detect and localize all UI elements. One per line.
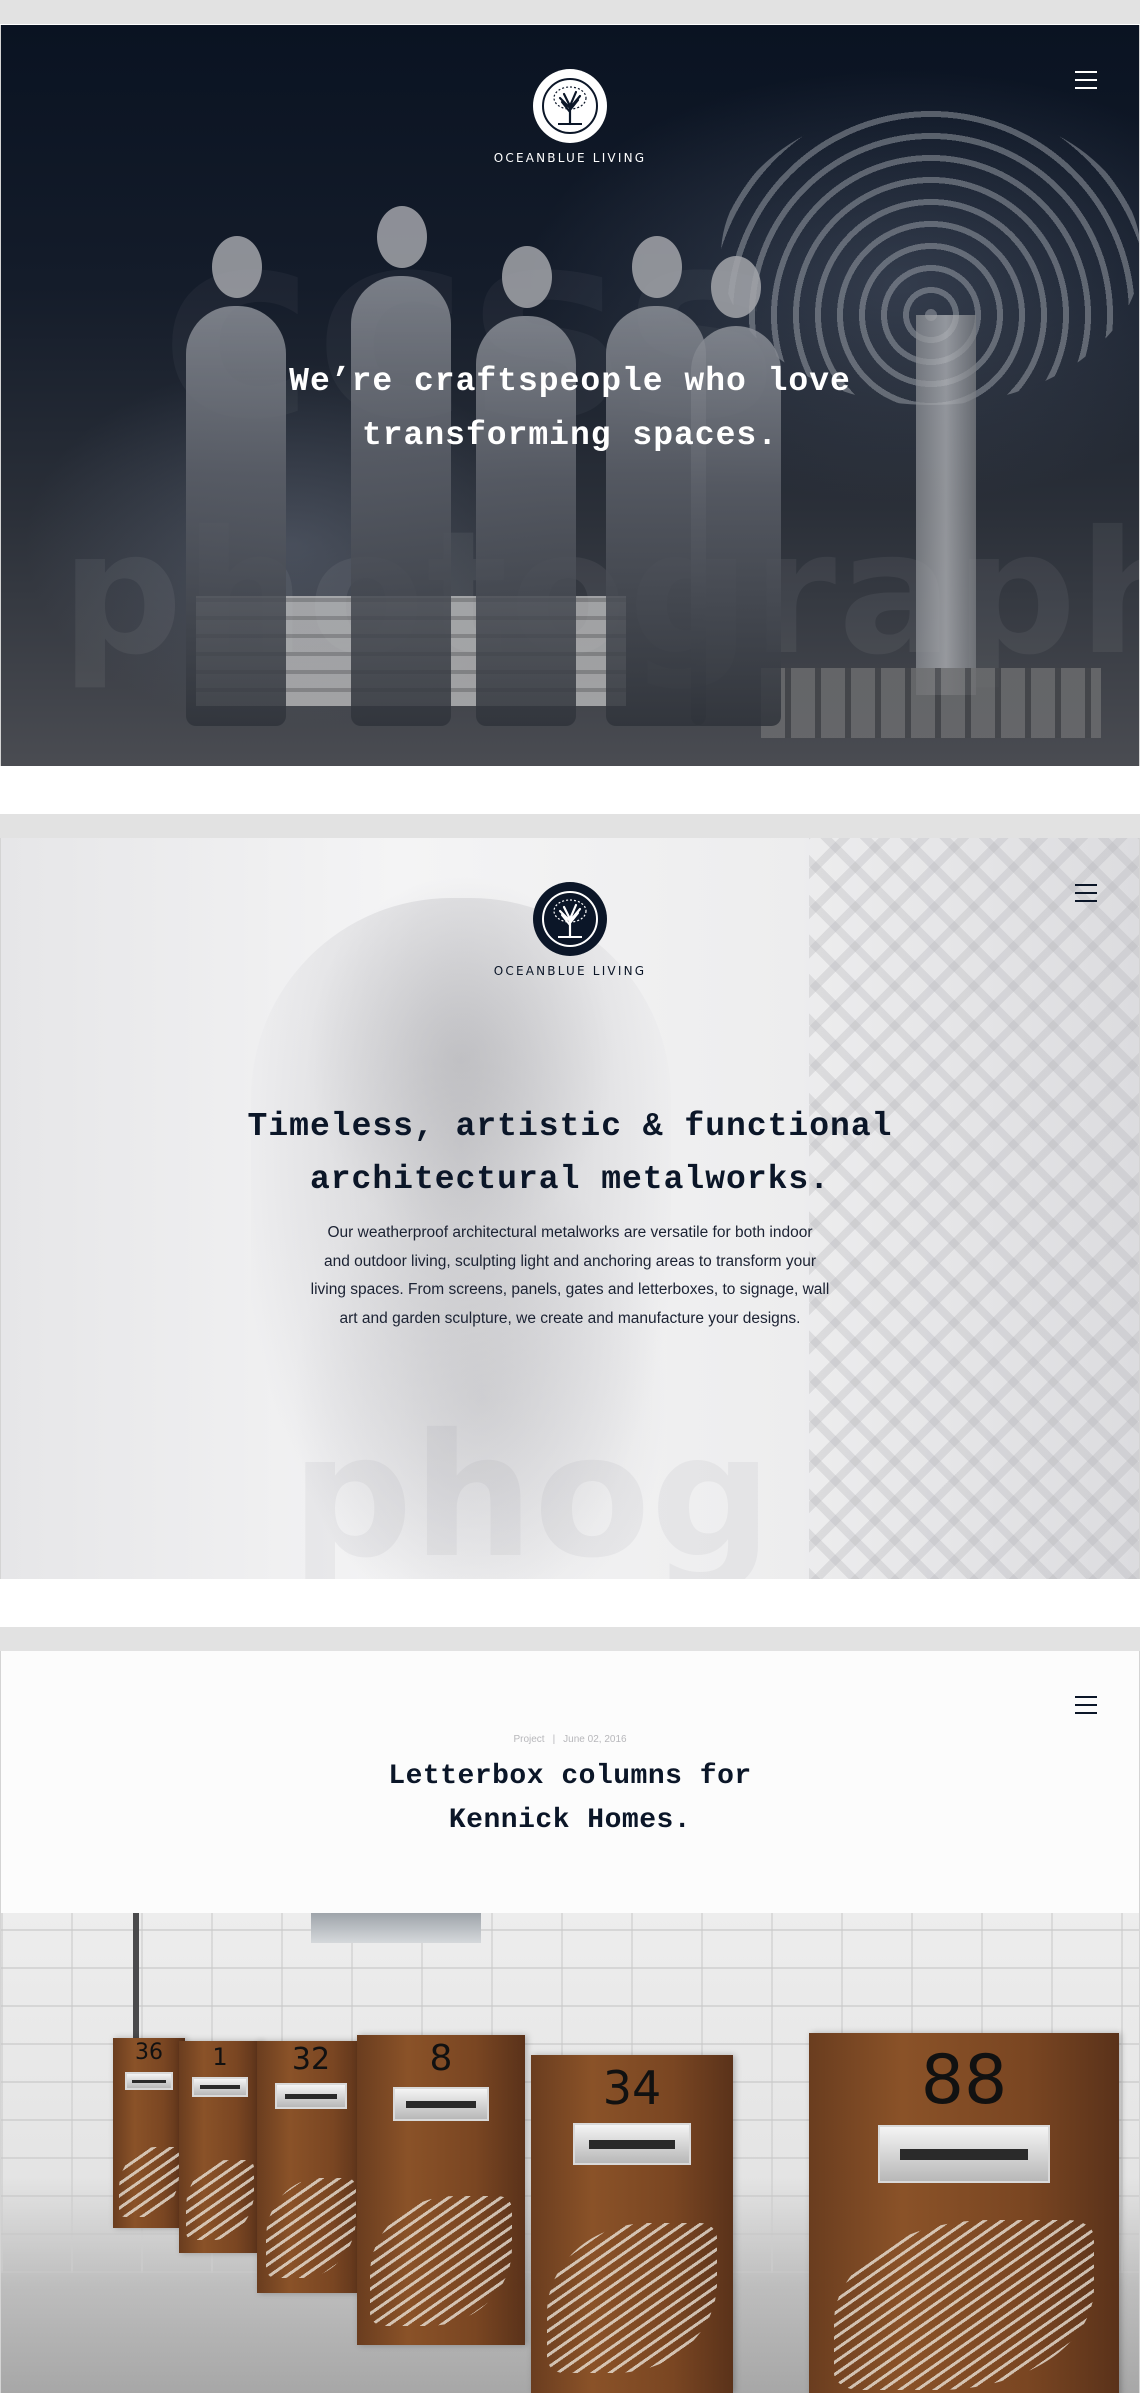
palm-frond-cutout: [265, 2177, 357, 2278]
site-logo[interactable]: OCEANBLUE LIVING: [1, 69, 1139, 165]
browser-bar: [0, 0, 1140, 24]
letterbox-slot: [393, 2087, 489, 2121]
letterbox-slot: [878, 2125, 1050, 2183]
palm-frond-cutout: [547, 2222, 717, 2373]
letterbox-column: 32: [257, 2041, 365, 2293]
palm-frond-cutout: [833, 2220, 1095, 2391]
team-member-figure: [351, 206, 451, 726]
letterbox-slot: [573, 2123, 691, 2165]
wooden-pallet: [761, 668, 1101, 738]
post-category-link[interactable]: Project: [513, 1734, 544, 1745]
section-headline: Timeless, artistic & functional architec…: [1, 1100, 1139, 1206]
browser-bar: [0, 814, 1140, 838]
letterbox-column: 1: [179, 2041, 261, 2253]
letterbox-column: 36: [113, 2038, 185, 2228]
photo-watermark-shapes: phog: [291, 1398, 773, 1579]
intro-paragraph-line: living spaces. From screens, panels, gat…: [310, 1281, 830, 1298]
browser-bar: [0, 1627, 1140, 1651]
section-headline-line: Timeless, artistic & functional: [247, 1108, 893, 1145]
letterbox-number: 32: [291, 2042, 331, 2077]
hero-headline: We’re craftspeople who love transforming…: [1, 355, 1139, 463]
wall-window: [311, 1913, 481, 1943]
post-title-line: Letterbox columns for: [388, 1761, 752, 1792]
palm-frond-cutout: [118, 2146, 180, 2217]
letterbox-number: 8: [429, 2038, 453, 2079]
meta-separator: |: [552, 1734, 556, 1745]
hamburger-menu-icon[interactable]: [1075, 884, 1097, 902]
hamburger-menu-icon[interactable]: [1075, 71, 1097, 89]
logo-wordmark: OCEANBLUE LIVING: [493, 151, 647, 165]
hero-headline-line: We’re craftspeople who love: [289, 363, 851, 400]
intro-paragraph-line: art and garden sculpture, we create and …: [339, 1309, 801, 1327]
post-meta: Project | June 02, 2016: [1, 1734, 1139, 1745]
intro-paragraph: Our weatherproof architectural metalwork…: [1, 1219, 1139, 1333]
letterbox-number: 1: [212, 2043, 228, 2071]
intro-paragraph-line: Our weatherproof architectural metalwork…: [327, 1224, 813, 1241]
site-logo[interactable]: OCEANBLUE LIVING: [1, 882, 1139, 978]
intro-paragraph-line: and outdoor living, sculpting light and …: [324, 1252, 816, 1270]
logo-wordmark: OCEANBLUE LIVING: [493, 964, 647, 978]
hamburger-menu-icon[interactable]: [1075, 1696, 1097, 1714]
metalworks-intro-section: phog OCEANBLUE LIVING Timeless, artistic…: [0, 838, 1140, 1579]
letterbox-number: 34: [602, 2061, 662, 2115]
letterbox-column: 88: [809, 2033, 1119, 2393]
palm-frond-cutout: [185, 2160, 255, 2241]
letterbox-slot: [275, 2083, 347, 2109]
post-title[interactable]: Letterbox columns for Kennick Homes.: [1, 1755, 1139, 1843]
tree-logo-icon: [533, 69, 607, 143]
hero-headline-line: transforming spaces.: [361, 417, 779, 454]
letterbox-slot: [192, 2077, 248, 2097]
letterbox-number: 36: [135, 2040, 163, 2065]
letterbox-number: 88: [920, 2041, 1008, 2120]
post-title-line: Kennick Homes.: [448, 1805, 692, 1836]
letterbox-column: 8: [357, 2035, 525, 2345]
post-date: June 02, 2016: [563, 1734, 627, 1745]
section-headline-line: architectural metalworks.: [309, 1161, 831, 1198]
letterbox-column: 34: [531, 2055, 733, 2393]
letterbox-slot: [125, 2072, 173, 2090]
palm-frond-cutout: [370, 2196, 512, 2327]
hero-team-section: ccss photography OCEANBLUE LIVING We’re …: [0, 25, 1140, 766]
tree-logo-icon: [533, 882, 607, 956]
letterbox-columns-photo: 36 1 32 8 34 88: [1, 1913, 1139, 2393]
project-post-section: Project | June 02, 2016 Letterbox columns …: [0, 1651, 1140, 2393]
